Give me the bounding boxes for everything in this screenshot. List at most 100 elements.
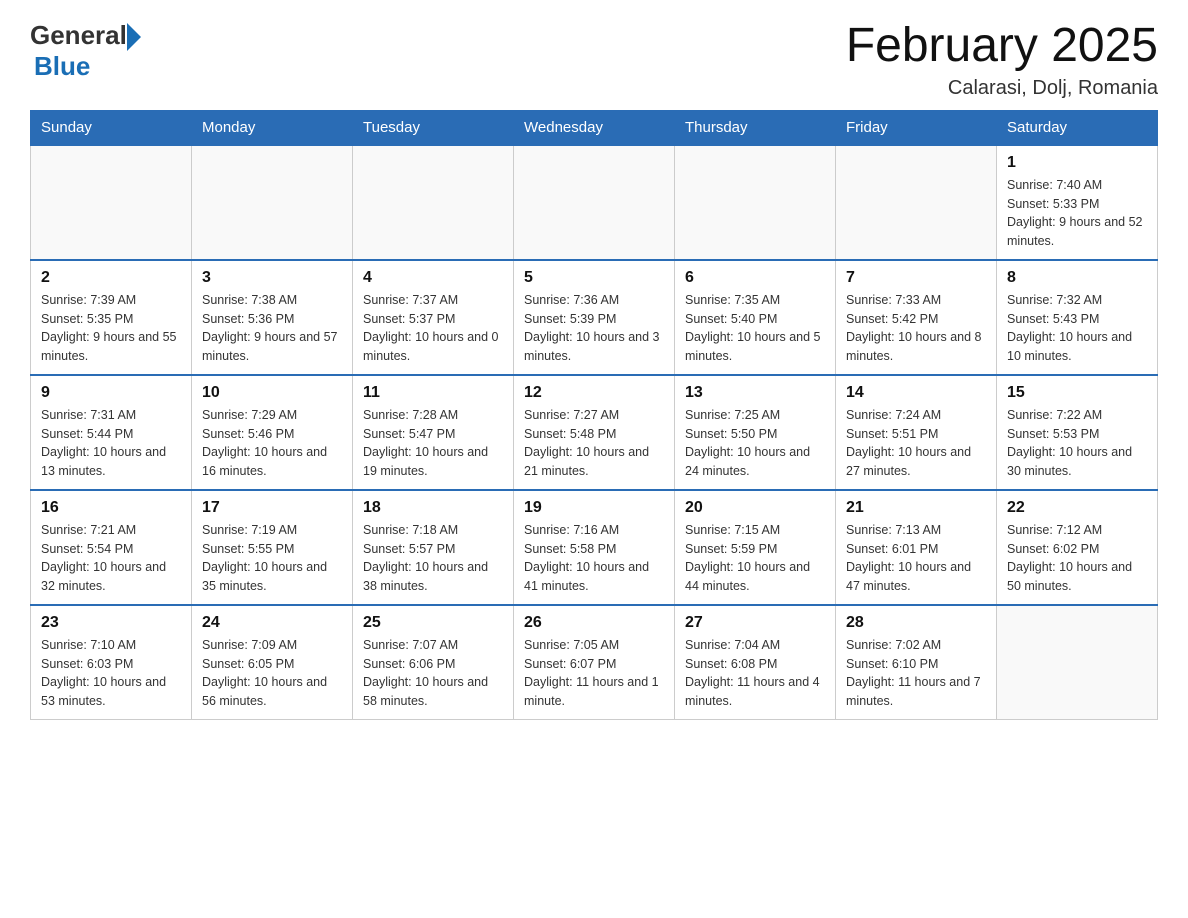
page-header: General Blue February 2025 Calarasi, Dol… — [30, 20, 1158, 100]
calendar-cell: 15 Sunrise: 7:22 AM Sunset: 5:53 PM Dayli… — [997, 375, 1158, 490]
day-number: 9 — [41, 384, 181, 402]
calendar-cell: 8 Sunrise: 7:32 AM Sunset: 5:43 PM Daylig… — [997, 260, 1158, 375]
calendar-cell: 25 Sunrise: 7:07 AM Sunset: 6:06 PM Dayli… — [353, 605, 514, 720]
day-info: Sunrise: 7:25 AM Sunset: 5:50 PM Dayligh… — [685, 406, 825, 481]
calendar-cell: 9 Sunrise: 7:31 AM Sunset: 5:44 PM Daylig… — [31, 375, 192, 490]
calendar-cell: 4 Sunrise: 7:37 AM Sunset: 5:37 PM Daylig… — [353, 260, 514, 375]
day-number: 1 — [1007, 154, 1147, 172]
day-number: 25 — [363, 614, 503, 632]
calendar-cell — [31, 145, 192, 260]
column-header-monday: Monday — [192, 110, 353, 145]
calendar-cell: 14 Sunrise: 7:24 AM Sunset: 5:51 PM Dayli… — [836, 375, 997, 490]
column-header-saturday: Saturday — [997, 110, 1158, 145]
location-title: Calarasi, Dolj, Romania — [846, 77, 1158, 100]
calendar-cell: 27Sunrise: 7:04 AM Sunset: 6:08 PM Dayli… — [675, 605, 836, 720]
day-number: 14 — [846, 384, 986, 402]
day-info: Sunrise: 7:13 AM Sunset: 6:01 PM Dayligh… — [846, 521, 986, 596]
day-info: Sunrise: 7:15 AM Sunset: 5:59 PM Dayligh… — [685, 521, 825, 596]
day-info: Sunrise: 7:32 AM Sunset: 5:43 PM Dayligh… — [1007, 291, 1147, 366]
calendar-cell: 18Sunrise: 7:18 AM Sunset: 5:57 PM Dayli… — [353, 490, 514, 605]
calendar-cell: 10 Sunrise: 7:29 AM Sunset: 5:46 PM Dayli… — [192, 375, 353, 490]
day-number: 16 — [41, 499, 181, 517]
calendar-cell — [192, 145, 353, 260]
calendar-cell: 6Sunrise: 7:35 AM Sunset: 5:40 PM Daylig… — [675, 260, 836, 375]
calendar-cell — [675, 145, 836, 260]
logo-blue-text: Blue — [34, 51, 141, 82]
day-info: Sunrise: 7:31 AM Sunset: 5:44 PM Dayligh… — [41, 406, 181, 481]
calendar-cell: 20 Sunrise: 7:15 AM Sunset: 5:59 PM Dayli… — [675, 490, 836, 605]
calendar-cell: 17Sunrise: 7:19 AM Sunset: 5:55 PM Dayli… — [192, 490, 353, 605]
day-info: Sunrise: 7:21 AM Sunset: 5:54 PM Dayligh… — [41, 521, 181, 596]
day-number: 8 — [1007, 269, 1147, 287]
day-number: 2 — [41, 269, 181, 287]
column-header-tuesday: Tuesday — [353, 110, 514, 145]
calendar-week-row: 2 Sunrise: 7:39 AM Sunset: 5:35 PM Daylig… — [31, 260, 1158, 375]
day-info: Sunrise: 7:36 AM Sunset: 5:39 PM Dayligh… — [524, 291, 664, 366]
day-info: Sunrise: 7:19 AM Sunset: 5:55 PM Dayligh… — [202, 521, 342, 596]
day-number: 15 — [1007, 384, 1147, 402]
day-info: Sunrise: 7:28 AM Sunset: 5:47 PM Dayligh… — [363, 406, 503, 481]
day-number: 5 — [524, 269, 664, 287]
day-info: Sunrise: 7:27 AM Sunset: 5:48 PM Dayligh… — [524, 406, 664, 481]
day-number: 11 — [363, 384, 503, 402]
calendar-week-row: 23Sunrise: 7:10 AM Sunset: 6:03 PM Dayli… — [31, 605, 1158, 720]
logo: General Blue — [30, 20, 141, 82]
month-title: February 2025 — [846, 20, 1158, 73]
calendar-cell: 24 Sunrise: 7:09 AM Sunset: 6:05 PM Dayli… — [192, 605, 353, 720]
calendar-cell: 2 Sunrise: 7:39 AM Sunset: 5:35 PM Daylig… — [31, 260, 192, 375]
day-info: Sunrise: 7:07 AM Sunset: 6:06 PM Dayligh… — [363, 636, 503, 711]
day-number: 4 — [363, 269, 503, 287]
calendar-cell: 22Sunrise: 7:12 AM Sunset: 6:02 PM Dayli… — [997, 490, 1158, 605]
day-number: 22 — [1007, 499, 1147, 517]
calendar-header-row: SundayMondayTuesdayWednesdayThursdayFrid… — [31, 110, 1158, 145]
day-info: Sunrise: 7:24 AM Sunset: 5:51 PM Dayligh… — [846, 406, 986, 481]
day-info: Sunrise: 7:38 AM Sunset: 5:36 PM Dayligh… — [202, 291, 342, 366]
calendar-cell: 19 Sunrise: 7:16 AM Sunset: 5:58 PM Dayli… — [514, 490, 675, 605]
column-header-wednesday: Wednesday — [514, 110, 675, 145]
calendar-week-row: 16 Sunrise: 7:21 AM Sunset: 5:54 PM Dayli… — [31, 490, 1158, 605]
calendar-cell — [997, 605, 1158, 720]
day-info: Sunrise: 7:02 AM Sunset: 6:10 PM Dayligh… — [846, 636, 986, 711]
day-number: 7 — [846, 269, 986, 287]
calendar-cell: 13 Sunrise: 7:25 AM Sunset: 5:50 PM Dayli… — [675, 375, 836, 490]
day-info: Sunrise: 7:04 AM Sunset: 6:08 PM Dayligh… — [685, 636, 825, 711]
logo-general-text: General — [30, 20, 127, 51]
calendar-cell: 11 Sunrise: 7:28 AM Sunset: 5:47 PM Dayli… — [353, 375, 514, 490]
calendar-cell: 16 Sunrise: 7:21 AM Sunset: 5:54 PM Dayli… — [31, 490, 192, 605]
day-number: 21 — [846, 499, 986, 517]
column-header-sunday: Sunday — [31, 110, 192, 145]
day-info: Sunrise: 7:39 AM Sunset: 5:35 PM Dayligh… — [41, 291, 181, 366]
day-number: 24 — [202, 614, 342, 632]
calendar-cell: 26Sunrise: 7:05 AM Sunset: 6:07 PM Dayli… — [514, 605, 675, 720]
day-number: 6 — [685, 269, 825, 287]
calendar-week-row: 1 Sunrise: 7:40 AM Sunset: 5:33 PM Daylig… — [31, 145, 1158, 260]
logo-arrow-icon — [127, 23, 141, 51]
day-number: 28 — [846, 614, 986, 632]
day-info: Sunrise: 7:37 AM Sunset: 5:37 PM Dayligh… — [363, 291, 503, 366]
day-info: Sunrise: 7:33 AM Sunset: 5:42 PM Dayligh… — [846, 291, 986, 366]
calendar-cell: 28 Sunrise: 7:02 AM Sunset: 6:10 PM Dayli… — [836, 605, 997, 720]
day-number: 26 — [524, 614, 664, 632]
day-number: 20 — [685, 499, 825, 517]
calendar-cell — [353, 145, 514, 260]
day-info: Sunrise: 7:40 AM Sunset: 5:33 PM Dayligh… — [1007, 176, 1147, 251]
calendar-cell: 12 Sunrise: 7:27 AM Sunset: 5:48 PM Dayli… — [514, 375, 675, 490]
calendar-cell — [836, 145, 997, 260]
calendar-cell: 23Sunrise: 7:10 AM Sunset: 6:03 PM Dayli… — [31, 605, 192, 720]
day-number: 12 — [524, 384, 664, 402]
day-number: 19 — [524, 499, 664, 517]
column-header-thursday: Thursday — [675, 110, 836, 145]
calendar-week-row: 9 Sunrise: 7:31 AM Sunset: 5:44 PM Daylig… — [31, 375, 1158, 490]
day-number: 13 — [685, 384, 825, 402]
calendar-cell: 3Sunrise: 7:38 AM Sunset: 5:36 PM Daylig… — [192, 260, 353, 375]
calendar-cell — [514, 145, 675, 260]
day-number: 10 — [202, 384, 342, 402]
calendar-cell: 7 Sunrise: 7:33 AM Sunset: 5:42 PM Daylig… — [836, 260, 997, 375]
day-info: Sunrise: 7:29 AM Sunset: 5:46 PM Dayligh… — [202, 406, 342, 481]
day-info: Sunrise: 7:09 AM Sunset: 6:05 PM Dayligh… — [202, 636, 342, 711]
day-info: Sunrise: 7:22 AM Sunset: 5:53 PM Dayligh… — [1007, 406, 1147, 481]
day-number: 18 — [363, 499, 503, 517]
title-section: February 2025 Calarasi, Dolj, Romania — [846, 20, 1158, 100]
day-info: Sunrise: 7:16 AM Sunset: 5:58 PM Dayligh… — [524, 521, 664, 596]
calendar-table: SundayMondayTuesdayWednesdayThursdayFrid… — [30, 110, 1158, 720]
